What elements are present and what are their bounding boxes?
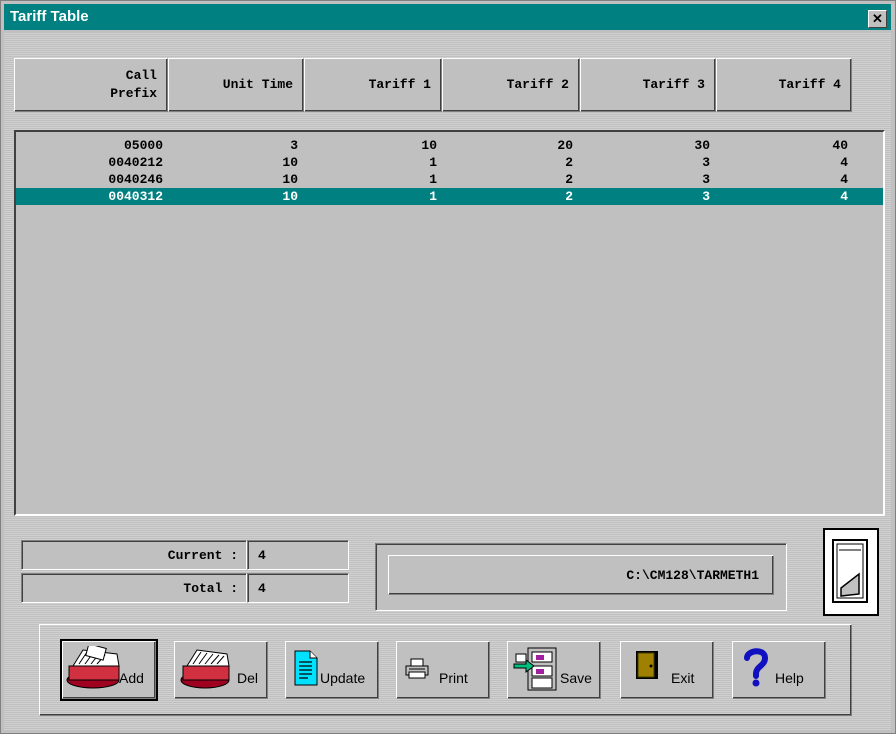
document-icon: [294, 650, 318, 686]
cell-tariff-4: 4: [840, 155, 848, 170]
cell-call-prefix: 05000: [123, 138, 163, 153]
column-header-unit-time[interactable]: Unit Time: [168, 58, 304, 112]
file-path-box: C:\CM128\TARMETH1: [388, 555, 774, 595]
column-header-label: Call Prefix: [110, 68, 157, 101]
cell-tariff-1: 1: [429, 155, 437, 170]
total-value: 4: [258, 580, 266, 596]
total-label: Total :: [183, 580, 238, 596]
tariff-table-window: Tariff Table ✕ Call Prefix Unit Time Tar…: [0, 0, 896, 734]
print-button[interactable]: Print: [396, 641, 490, 699]
help-button[interactable]: Help: [732, 641, 826, 699]
print-button-label: Print: [439, 670, 468, 686]
cell-tariff-2: 20: [557, 138, 573, 153]
column-header-label: Tariff 2: [506, 77, 569, 92]
cell-tariff-1: 1: [429, 172, 437, 187]
door-exit-icon: [636, 651, 658, 679]
cell-tariff-3: 30: [694, 138, 710, 153]
delete-button[interactable]: Del: [174, 641, 268, 699]
column-header-tariff-4[interactable]: Tariff 4: [716, 58, 852, 112]
column-header-label: Tariff 1: [368, 77, 431, 92]
card-file-delete-icon: [180, 649, 230, 689]
cell-call-prefix: 0040312: [108, 189, 163, 204]
tariff-grid[interactable]: 05000 3 10 20 30 40 0040212 10 1 2 3 4 0…: [14, 130, 885, 516]
save-button[interactable]: Save: [507, 641, 601, 699]
client-area: Call Prefix Unit Time Tariff 1 Tariff 2 …: [4, 32, 891, 730]
column-header-label: Unit Time: [222, 77, 293, 92]
cell-tariff-2: 2: [565, 155, 573, 170]
cell-tariff-1: 10: [421, 138, 437, 153]
cell-tariff-3: 3: [702, 155, 710, 170]
cell-tariff-3: 3: [702, 172, 710, 187]
table-row[interactable]: 0040212 10 1 2 3 4: [16, 154, 883, 171]
current-record-box: Current :: [21, 540, 247, 570]
file-path-panel: C:\CM128\TARMETH1: [375, 543, 787, 611]
cell-unit-time: 3: [290, 138, 298, 153]
table-row[interactable]: 05000 3 10 20 30 40: [16, 137, 883, 154]
cell-tariff-3: 3: [702, 189, 710, 204]
cell-call-prefix: 0040212: [108, 155, 163, 170]
cell-unit-time: 10: [282, 155, 298, 170]
close-button[interactable]: ✕: [868, 10, 887, 28]
total-records-box: Total :: [21, 573, 247, 603]
file-cabinet-save-icon: [513, 647, 557, 691]
update-button[interactable]: Update: [285, 641, 379, 699]
help-button-label: Help: [775, 670, 804, 686]
button-bar: Add Del Update Print Save Exit Help: [39, 624, 852, 716]
column-header-call-prefix[interactable]: Call Prefix: [14, 58, 168, 112]
current-value: 4: [258, 547, 266, 563]
exit-button-label: Exit: [671, 670, 695, 686]
column-header-tariff-3[interactable]: Tariff 3: [580, 58, 716, 112]
question-mark-icon: [744, 648, 769, 687]
cell-unit-time: 10: [282, 189, 298, 204]
update-button-label: Update: [320, 670, 366, 686]
exit-button[interactable]: Exit: [620, 641, 714, 699]
column-header-label: Tariff 4: [778, 77, 841, 92]
add-button-label: Add: [119, 670, 144, 686]
current-value-box: 4: [247, 540, 349, 570]
card-file-add-icon: [66, 646, 120, 689]
column-header-tariff-2[interactable]: Tariff 2: [442, 58, 580, 112]
title-bar[interactable]: Tariff Table ✕: [4, 4, 891, 30]
cell-unit-time: 10: [282, 172, 298, 187]
current-label: Current :: [167, 547, 238, 563]
cell-tariff-1: 1: [429, 189, 437, 204]
cell-tariff-4: 4: [840, 189, 848, 204]
total-value-box: 4: [247, 573, 349, 603]
column-header-label: Tariff 3: [642, 77, 705, 92]
column-header-tariff-1[interactable]: Tariff 1: [304, 58, 442, 112]
cell-tariff-2: 2: [565, 189, 573, 204]
save-button-label: Save: [560, 670, 592, 686]
power-switch-icon[interactable]: [823, 528, 879, 616]
cell-tariff-4: 40: [832, 138, 848, 153]
window-title: Tariff Table: [10, 8, 89, 25]
cell-tariff-4: 4: [840, 172, 848, 187]
table-row-selected[interactable]: 0040312 10 1 2 3 4: [16, 188, 883, 205]
delete-button-label: Del: [237, 670, 259, 686]
add-button[interactable]: Add: [60, 639, 158, 701]
table-row[interactable]: 0040246 10 1 2 3 4: [16, 171, 883, 188]
cell-tariff-2: 2: [565, 172, 573, 187]
cell-call-prefix: 0040246: [108, 172, 163, 187]
printer-icon: [405, 658, 429, 679]
file-path: C:\CM128\TARMETH1: [626, 567, 759, 583]
